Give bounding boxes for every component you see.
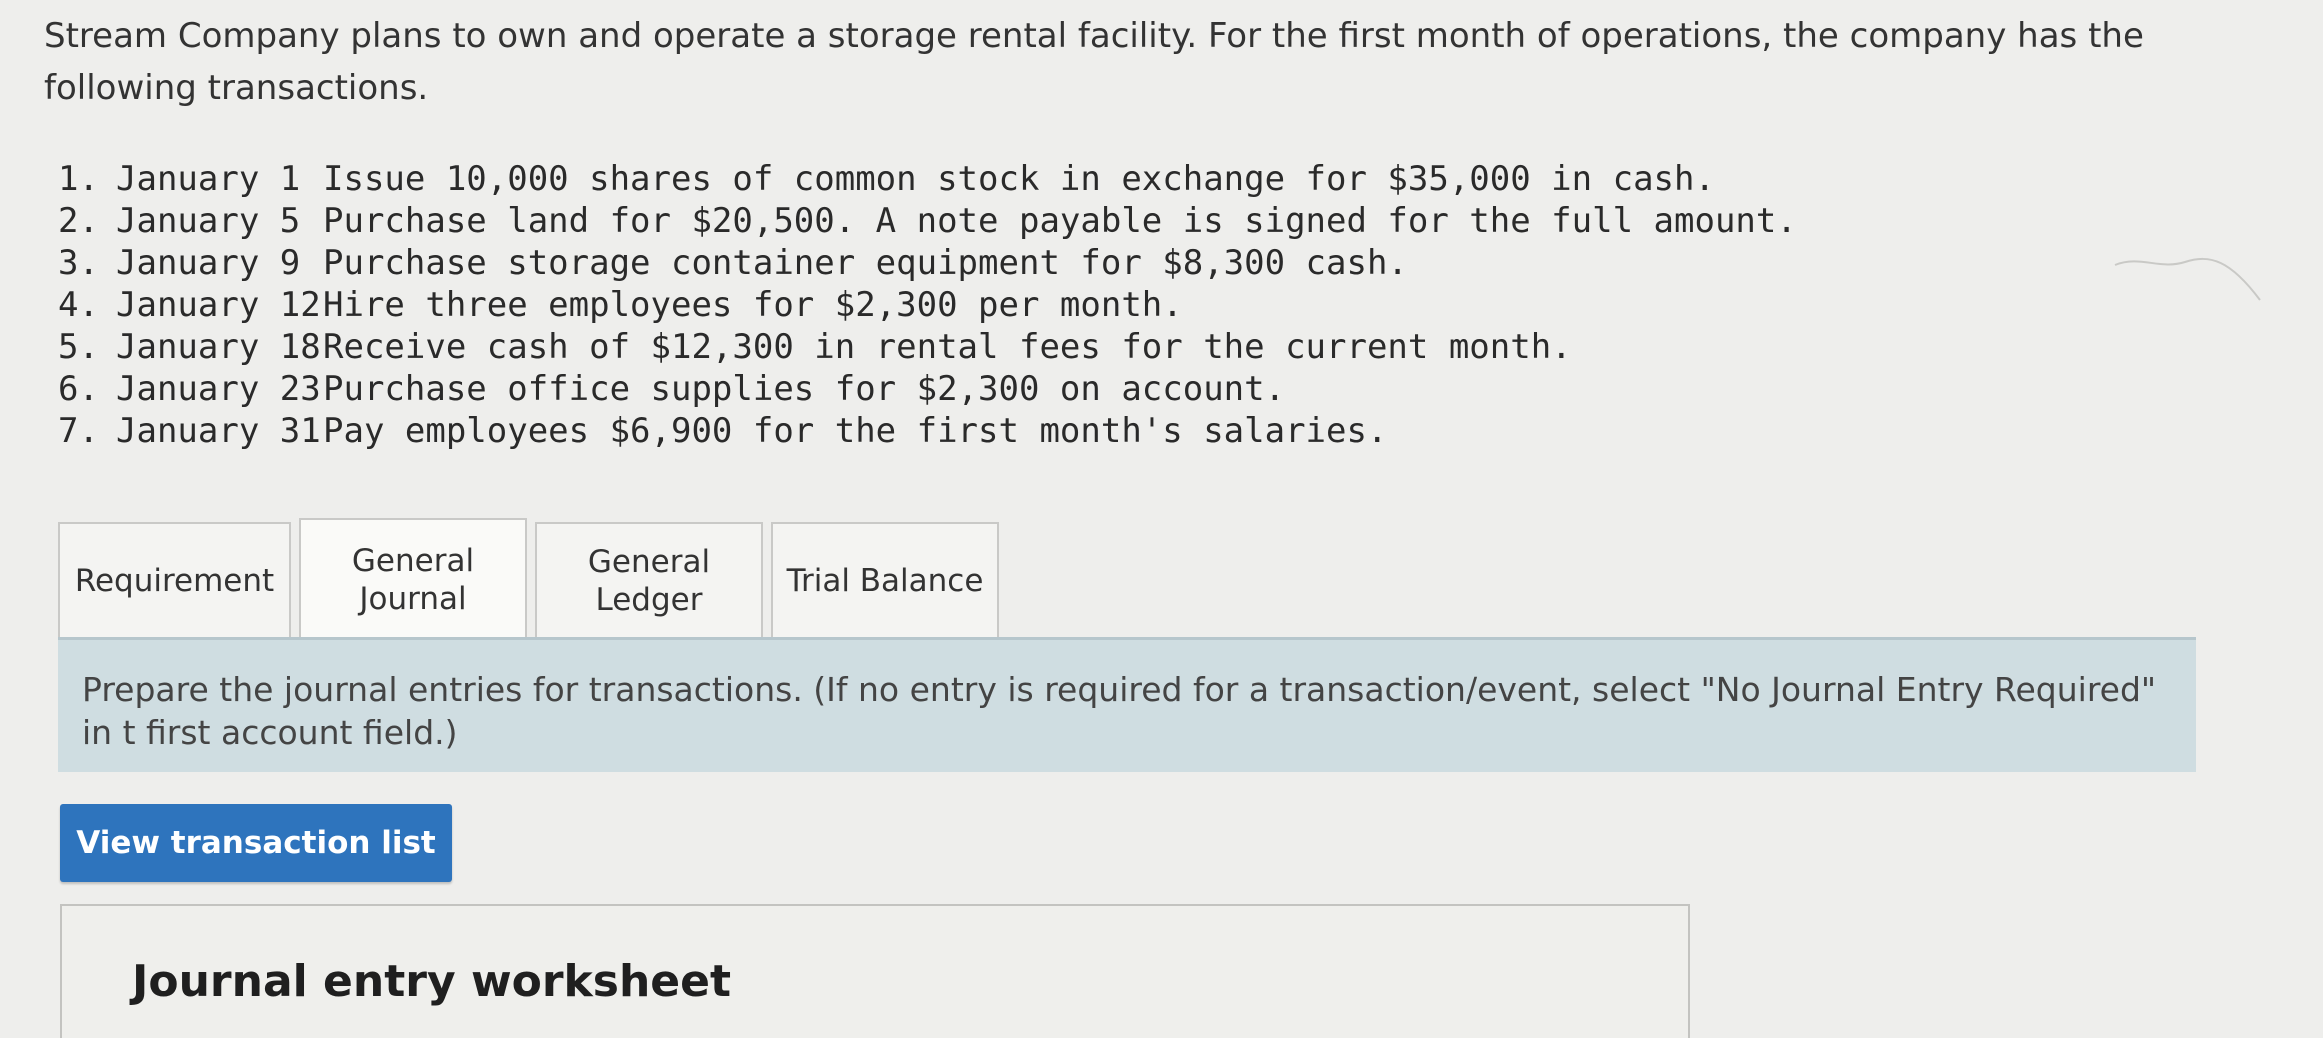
transaction-number: 2. (58, 201, 99, 241)
instruction-box: Prepare the journal entries for transact… (58, 640, 2196, 772)
transaction-date: January 9 (116, 243, 301, 283)
transaction-text: Purchase storage container equipment for… (323, 243, 1408, 283)
transaction-text: Purchase office supplies for $2,300 on a… (323, 369, 1286, 409)
transaction-number: 3. (58, 243, 99, 283)
transaction-item: 3. January 9 Purchase storage container … (58, 242, 1797, 284)
tab-label: General (587, 544, 711, 580)
transaction-date: January 5 (116, 201, 301, 241)
transaction-text: Issue 10,000 shares of common stock in e… (323, 159, 1715, 199)
transaction-date: January 18 (116, 327, 321, 367)
worksheet-title: Journal entry worksheet (132, 956, 732, 1007)
transaction-number: 7. (58, 411, 99, 451)
pen-scribble (2114, 258, 2261, 301)
transaction-item: 1. January 1 Issue 10,000 shares of comm… (58, 158, 1797, 200)
transaction-date: January 1 (116, 159, 301, 199)
tab-label: General (351, 543, 475, 579)
transaction-item: 2. January 5 Purchase land for $20,500. … (58, 200, 1797, 242)
tab-general-journal[interactable]: General Journal (299, 518, 527, 640)
transaction-number: 5. (58, 327, 99, 367)
transaction-item: 7. January 31 Pay employees $6,900 for t… (58, 410, 1797, 452)
tab-label: Trial Balance (786, 563, 984, 599)
problem-intro: Stream Company plans to own and operate … (44, 16, 2144, 108)
tab-bar: Requirement General Journal General Ledg… (58, 518, 1007, 640)
transaction-number: 1. (58, 159, 99, 199)
transaction-item: 5. January 18 Receive cash of $12,300 in… (58, 326, 1797, 368)
transaction-date: January 23 (116, 369, 321, 409)
transaction-text: Purchase land for $20,500. A note payabl… (323, 201, 1797, 241)
journal-entry-worksheet: Journal entry worksheet (60, 904, 1690, 1038)
transaction-text: Hire three employees for $2,300 per mont… (323, 285, 1183, 325)
view-transaction-list-button[interactable]: View transaction list (60, 804, 452, 882)
transaction-item: 4. January 12 Hire three employees for $… (58, 284, 1797, 326)
tab-label: Journal (359, 581, 467, 617)
transaction-date: January 12 (116, 285, 321, 325)
tab-label: Ledger (595, 582, 703, 618)
transaction-list: 1. January 1 Issue 10,000 shares of comm… (58, 158, 1797, 452)
tab-requirement[interactable]: Requirement (58, 522, 291, 640)
transaction-date: January 31 (116, 411, 321, 451)
tab-general-ledger[interactable]: General Ledger (535, 522, 763, 640)
transaction-number: 4. (58, 285, 99, 325)
transaction-number: 6. (58, 369, 99, 409)
transaction-text: Receive cash of $12,300 in rental fees f… (323, 327, 1572, 367)
tab-trial-balance[interactable]: Trial Balance (771, 522, 999, 640)
transaction-text: Pay employees $6,900 for the first month… (323, 411, 1388, 451)
tab-label: Requirement (74, 563, 275, 599)
transaction-item: 6. January 23 Purchase office supplies f… (58, 368, 1797, 410)
